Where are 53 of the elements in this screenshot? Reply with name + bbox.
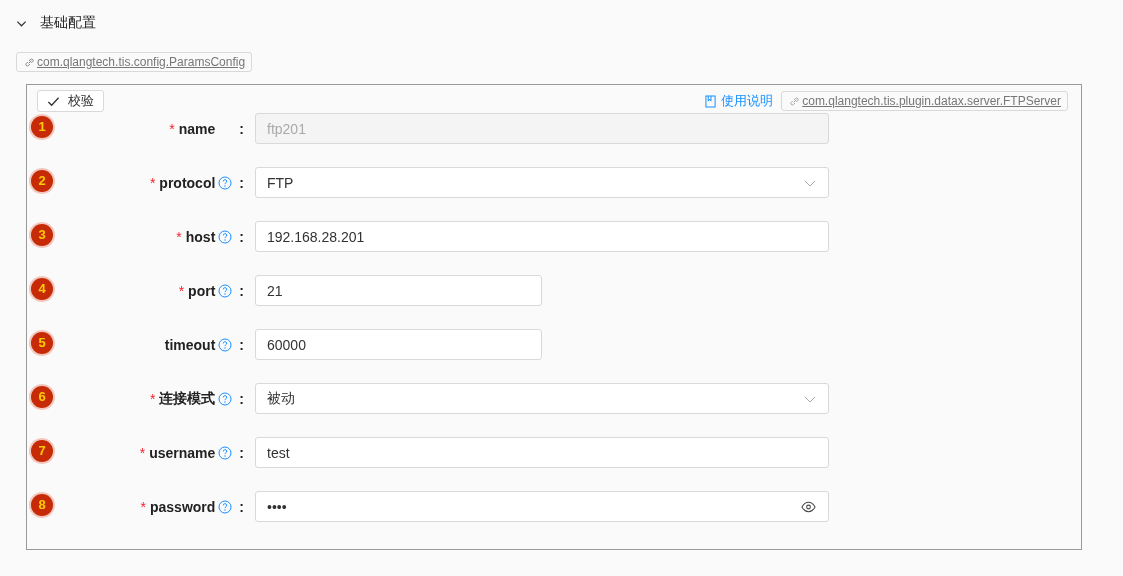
field-label: protocol <box>159 174 216 191</box>
colon: : <box>239 444 244 461</box>
verify-button[interactable]: 校验 <box>37 90 104 112</box>
help-icon[interactable] <box>218 391 233 406</box>
step-badge: 8 <box>31 493 53 516</box>
step-badge: 3 <box>31 223 53 246</box>
help-icon[interactable] <box>218 337 233 352</box>
text-field[interactable]: test <box>255 437 829 468</box>
required-asterisk: * <box>139 444 146 461</box>
step-badge: 2 <box>31 169 53 192</box>
required-asterisk: * <box>149 390 156 407</box>
field-label: host <box>185 228 216 245</box>
field-label: port <box>188 282 216 299</box>
dropdown-field[interactable]: 被动 <box>255 383 829 414</box>
help-icon[interactable] <box>218 175 233 190</box>
link-icon <box>789 95 801 107</box>
book-icon <box>705 94 717 108</box>
class-link[interactable]: com.qlangtech.tis.config.ParamsConfig <box>16 52 253 72</box>
colon: : <box>239 498 244 515</box>
field-label: username <box>149 444 216 461</box>
text-field[interactable]: 60000 <box>255 329 542 360</box>
plugin-link[interactable]: com.qlangtech.tis.plugin.datax.server.FTPServer <box>781 91 1068 111</box>
help-icon[interactable] <box>218 283 233 298</box>
step-badge: 7 <box>31 439 53 462</box>
text-field[interactable]: 21 <box>255 275 542 306</box>
field-label: name <box>178 120 216 137</box>
section-title: 基础配置 <box>40 14 96 32</box>
field-label: password <box>149 498 216 515</box>
colon: : <box>239 282 244 299</box>
help-icon[interactable] <box>218 229 233 244</box>
dropdown-field[interactable]: FTP <box>255 167 829 198</box>
colon: : <box>239 390 244 407</box>
password-field[interactable]: •••• <box>255 491 829 522</box>
colon: : <box>239 336 244 353</box>
field-label: timeout <box>164 336 216 353</box>
colon: : <box>239 120 244 137</box>
colon: : <box>239 228 244 245</box>
eye-icon[interactable] <box>801 500 816 513</box>
text-field[interactable]: 192.168.28.201 <box>255 221 829 252</box>
step-badge: 1 <box>31 115 53 138</box>
required-asterisk: * <box>178 282 185 299</box>
help-icon[interactable] <box>218 499 233 514</box>
step-badge: 4 <box>31 277 53 300</box>
field-label: 连接模式 <box>159 389 216 408</box>
link-icon <box>24 56 35 68</box>
required-asterisk: * <box>140 498 146 515</box>
step-badge: 6 <box>31 385 53 408</box>
required-asterisk: * <box>176 228 182 245</box>
help-icon[interactable] <box>218 445 233 460</box>
required-asterisk: * <box>169 120 175 137</box>
required-asterisk: * <box>149 174 156 191</box>
step-badge: 5 <box>31 331 53 354</box>
colon: : <box>239 174 244 191</box>
